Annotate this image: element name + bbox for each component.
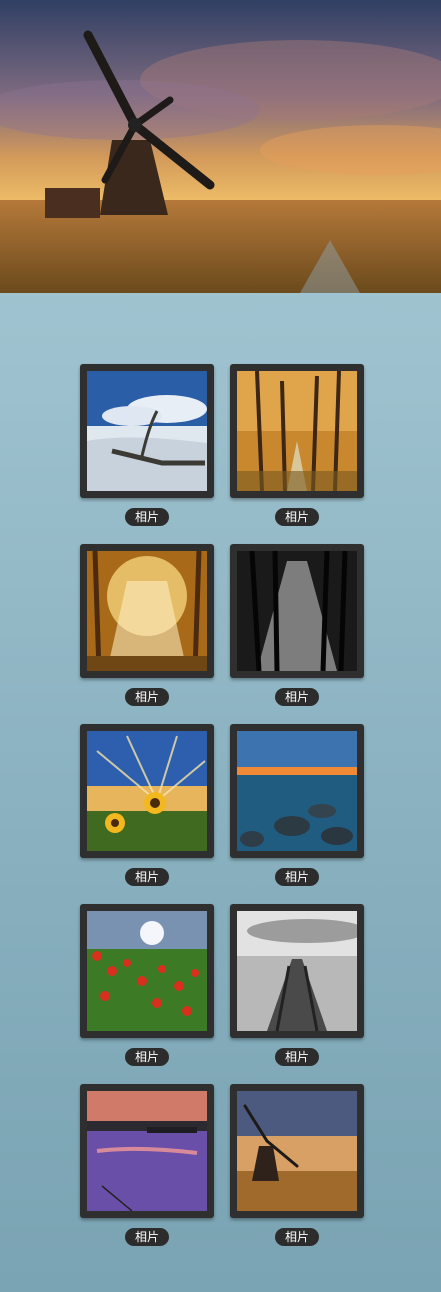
photo-frame[interactable] <box>230 364 364 498</box>
photo-frame[interactable] <box>80 904 214 1038</box>
purple-lake-dusk-photo-icon <box>87 1091 207 1211</box>
hero-windmill-image <box>0 0 441 293</box>
photo-label[interactable]: 相片 <box>275 1228 319 1246</box>
photo-gallery: 相片 相片 相片 相片 相片 相片 相片 相片 相片 相片 <box>0 293 441 1292</box>
photo-frame[interactable] <box>80 724 214 858</box>
driftwood-beach-photo-icon <box>87 371 207 491</box>
windmill-photo-icon <box>0 0 441 293</box>
windmill-thumbnail-photo-icon <box>237 1091 357 1211</box>
sunflower-sunset-photo-icon <box>87 731 207 851</box>
photo-frame[interactable] <box>80 544 214 678</box>
sunlit-forest-photo-icon <box>87 551 207 671</box>
photo-frame[interactable] <box>230 1084 364 1218</box>
autumn-forest-path-photo-icon <box>237 371 357 491</box>
poppy-field-photo-icon <box>87 911 207 1031</box>
photo-frame[interactable] <box>230 904 364 1038</box>
photo-label[interactable]: 相片 <box>125 688 169 706</box>
rocky-shore-sunset-photo-icon <box>237 731 357 851</box>
photo-label[interactable]: 相片 <box>125 868 169 886</box>
photo-frame[interactable] <box>80 364 214 498</box>
photo-label[interactable]: 相片 <box>275 1048 319 1066</box>
photo-frame[interactable] <box>230 544 364 678</box>
photo-frame[interactable] <box>230 724 364 858</box>
photo-label[interactable]: 相片 <box>275 508 319 526</box>
bw-pier-photo-icon <box>237 911 357 1031</box>
photo-label[interactable]: 相片 <box>125 1048 169 1066</box>
photo-label[interactable]: 相片 <box>125 1228 169 1246</box>
bw-forest-light-photo-icon <box>237 551 357 671</box>
photo-label[interactable]: 相片 <box>275 868 319 886</box>
photo-label[interactable]: 相片 <box>125 508 169 526</box>
photo-label[interactable]: 相片 <box>275 688 319 706</box>
photo-frame[interactable] <box>80 1084 214 1218</box>
